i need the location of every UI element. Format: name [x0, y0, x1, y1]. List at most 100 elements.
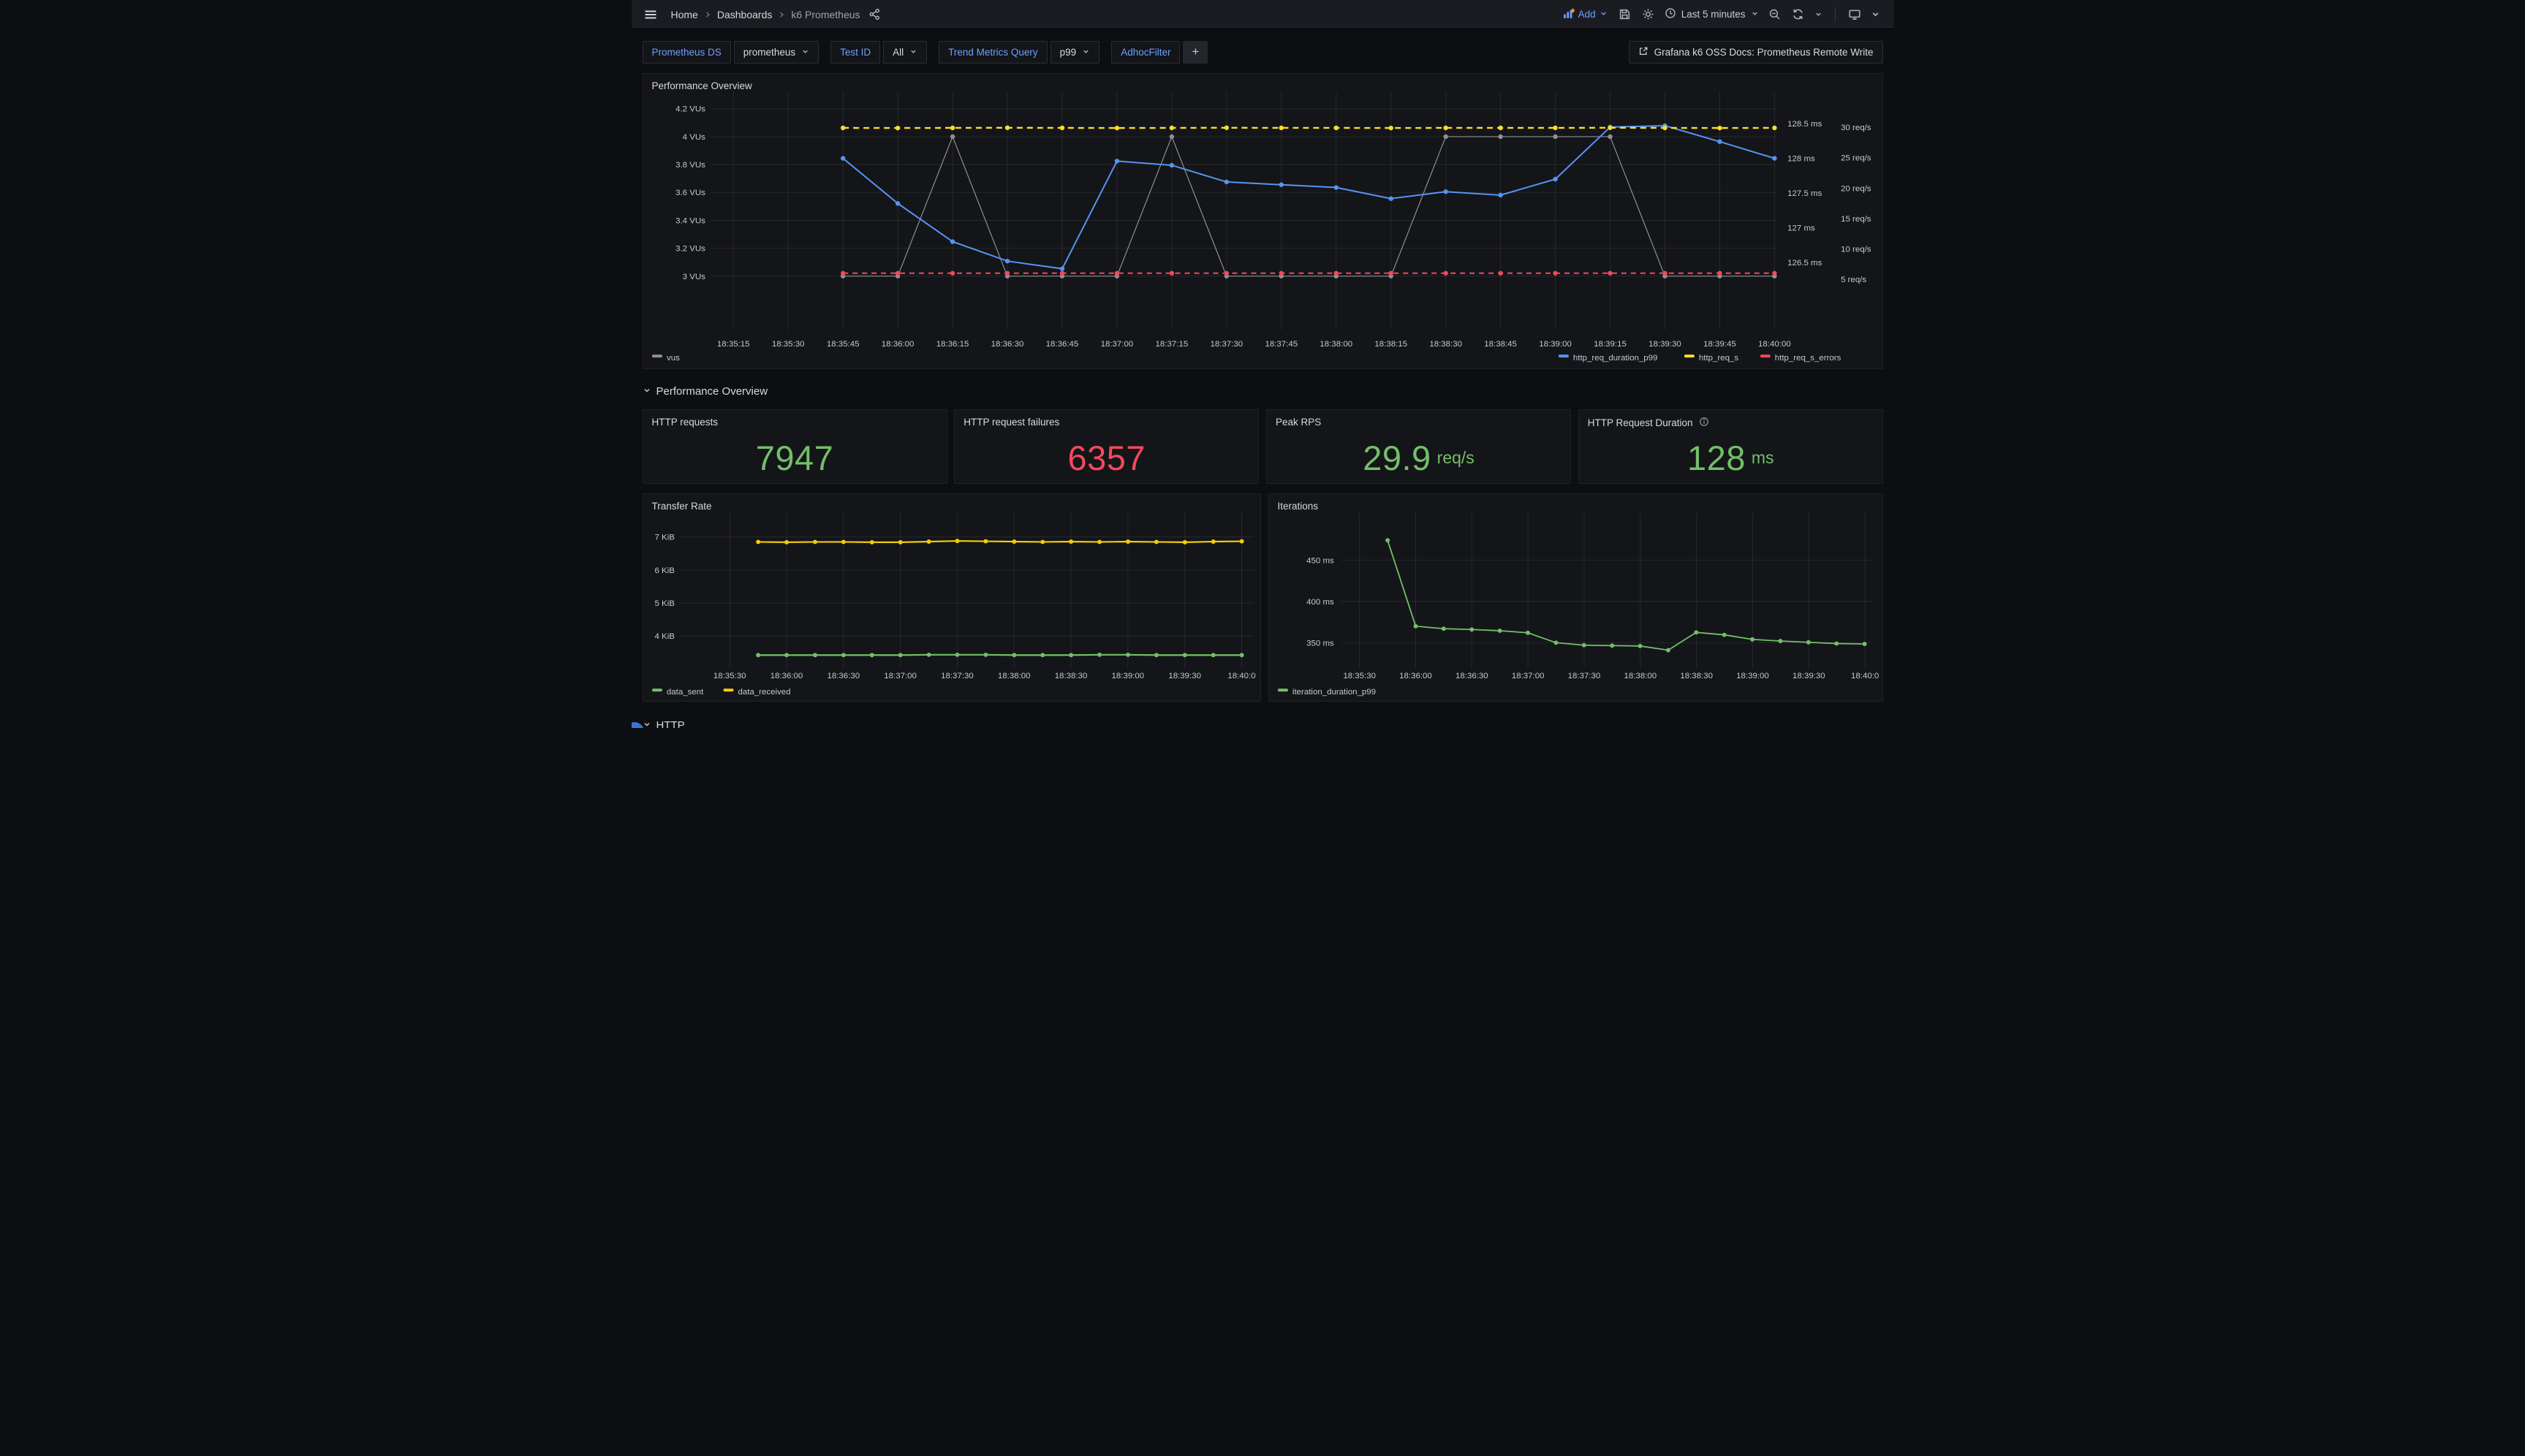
chevron-right-icon: [778, 11, 785, 18]
legend-item-data_received[interactable]: data_received: [723, 688, 790, 697]
panel-title[interactable]: HTTP requests: [652, 417, 719, 428]
panel-http-requests: HTTP requests 7947: [643, 409, 947, 484]
svg-text:data_sent: data_sent: [666, 688, 703, 697]
x-tick-label: 18:39:00: [1111, 672, 1144, 680]
panel-title[interactable]: HTTP Request Duration: [1588, 417, 1709, 429]
y-tick-label: 127.5 ms: [1787, 189, 1822, 198]
x-tick-label: 18:40:0: [1851, 672, 1879, 680]
y-tick-label: 3.8 VUs: [675, 161, 705, 170]
section-title: Performance Overview: [656, 385, 768, 398]
time-range-label: Last 5 minutes: [1681, 9, 1746, 20]
variable-label-test-id[interactable]: Test ID: [830, 41, 880, 64]
panel-title[interactable]: HTTP request failures: [964, 417, 1059, 428]
section-http[interactable]: HTTP: [643, 719, 685, 728]
panel-http-request-duration: HTTP Request Duration 128 ms: [1578, 409, 1883, 484]
variable-value-test-id[interactable]: All: [883, 41, 927, 64]
x-tick-label: 18:37:00: [1511, 672, 1544, 680]
legend-item-http_req_s[interactable]: http_req_s: [1684, 354, 1738, 363]
section-title: HTTP: [656, 719, 685, 728]
variable-test-id: Test ID All: [830, 41, 927, 64]
section-performance-overview[interactable]: Performance Overview: [643, 385, 768, 398]
breadcrumb: Home Dashboards k6 Prometheus: [671, 9, 860, 20]
zoom-out-icon[interactable]: [1765, 4, 1785, 25]
x-tick-label: 18:38:15: [1374, 340, 1407, 349]
legend-item-http_req_s_errors[interactable]: http_req_s_errors: [1760, 354, 1841, 363]
svg-text:vus: vus: [666, 354, 679, 363]
save-icon[interactable]: [1615, 4, 1635, 25]
top-nav: Home Dashboards k6 Prometheus Add La: [632, 0, 1894, 29]
panel-peak-rps: Peak RPS 29.9 req/s: [1266, 409, 1571, 484]
chevron-down-icon[interactable]: [1868, 4, 1884, 25]
series-data_sent: [756, 653, 1243, 657]
add-filter-button[interactable]: +: [1183, 41, 1208, 64]
variable-label-trend-metrics-query[interactable]: Trend Metrics Query: [939, 41, 1048, 64]
adhoc-filter-label[interactable]: AdhocFilter: [1111, 41, 1180, 64]
svg-text:data_received: data_received: [738, 688, 790, 697]
variable-prometheus-ds: Prometheus DS prometheus: [643, 41, 819, 64]
info-icon[interactable]: [1699, 417, 1709, 429]
x-tick-label: 18:40:0: [1227, 672, 1255, 680]
variable-value-trend-metrics-query[interactable]: p99: [1050, 41, 1100, 64]
svg-text:iteration_duration_p99: iteration_duration_p99: [1292, 688, 1375, 697]
legend-item-vus[interactable]: vus: [651, 354, 679, 363]
y-tick-label: 450 ms: [1306, 556, 1334, 565]
refresh-interval-dropdown[interactable]: [1812, 4, 1826, 25]
panel-title[interactable]: Peak RPS: [1276, 417, 1321, 428]
panel-title-label: HTTP Request Duration: [1588, 417, 1693, 428]
legend-item-data_sent[interactable]: data_sent: [651, 688, 703, 697]
y-tick-label: 3.6 VUs: [675, 189, 705, 197]
y-tick-label: 30 req/s: [1841, 124, 1871, 132]
x-tick-label: 18:39:15: [1594, 340, 1627, 349]
y-tick-label: 4.2 VUs: [675, 105, 705, 114]
panel-http-request-failures: HTTP request failures 6357: [954, 409, 1259, 484]
y-tick-label: 127 ms: [1787, 224, 1815, 233]
performance-overview-chart[interactable]: 18:35:1518:35:3018:35:4518:36:0018:36:15…: [643, 74, 1882, 368]
x-tick-label: 18:38:00: [1624, 672, 1657, 680]
y-tick-label: 3.4 VUs: [675, 216, 705, 225]
docs-link-button[interactable]: Grafana k6 OSS Docs: Prometheus Remote W…: [1629, 41, 1883, 64]
x-tick-label: 18:36:15: [936, 340, 969, 349]
stat-value: 6357: [1067, 438, 1146, 478]
breadcrumb-home[interactable]: Home: [671, 9, 698, 20]
x-tick-label: 18:37:00: [884, 672, 917, 680]
x-tick-label: 18:37:30: [1567, 672, 1600, 680]
x-tick-label: 18:39:45: [1703, 340, 1736, 349]
x-tick-label: 18:35:30: [713, 672, 746, 680]
x-tick-label: 18:36:00: [1399, 672, 1432, 680]
y-tick-label: 20 req/s: [1841, 184, 1871, 193]
svg-text:http_req_duration_p99: http_req_duration_p99: [1572, 354, 1657, 363]
tv-mode-icon[interactable]: [1844, 4, 1865, 25]
series-http_req_duration_p99: [840, 124, 1776, 271]
series-data_received: [756, 539, 1243, 545]
transfer-rate-chart[interactable]: 18:35:3018:36:0018:36:3018:37:0018:37:30…: [643, 494, 1260, 701]
grid: 18:35:3018:36:0018:36:3018:37:0018:37:30…: [1306, 512, 1879, 680]
x-tick-label: 18:35:45: [826, 340, 859, 349]
graph-add-icon: [1562, 7, 1575, 22]
y-tick-label: 5 KiB: [654, 599, 675, 608]
stat-unit: req/s: [1437, 448, 1475, 468]
docs-link-label: Grafana k6 OSS Docs: Prometheus Remote W…: [1654, 47, 1874, 58]
grafana-dashboard: Home Dashboards k6 Prometheus Add La: [632, 0, 1894, 728]
panel-transfer-rate: Transfer Rate 18:35:3018:36:0018:36:3018…: [643, 493, 1261, 702]
legend-item-iteration_duration_p99[interactable]: iteration_duration_p99: [1277, 688, 1375, 697]
x-tick-label: 18:37:30: [1210, 340, 1243, 349]
external-link-icon: [1638, 46, 1648, 58]
variable-value-prometheus-ds[interactable]: prometheus: [734, 41, 819, 64]
refresh-icon[interactable]: [1788, 4, 1809, 25]
x-tick-label: 18:36:00: [770, 672, 803, 680]
add-button[interactable]: Add: [1558, 7, 1612, 22]
share-icon[interactable]: [865, 4, 885, 25]
legend-item-http_req_duration_p99[interactable]: http_req_duration_p99: [1558, 354, 1657, 363]
time-range-picker[interactable]: Last 5 minutes: [1662, 7, 1762, 21]
top-nav-actions: Add Last 5 minutes: [1558, 4, 1884, 25]
chevron-down-icon: [1600, 9, 1608, 20]
stat-value: 128: [1687, 438, 1746, 478]
dashboard-controls: Prometheus DS prometheus Test ID All Tre…: [632, 30, 1894, 74]
settings-icon[interactable]: [1638, 4, 1659, 25]
iterations-chart[interactable]: 18:35:3018:36:0018:36:3018:37:0018:37:30…: [1269, 494, 1882, 701]
breadcrumb-dashboards[interactable]: Dashboards: [717, 9, 773, 20]
variable-label-prometheus-ds[interactable]: Prometheus DS: [643, 41, 731, 64]
x-tick-label: 18:36:30: [1455, 672, 1488, 680]
menu-icon[interactable]: [640, 4, 661, 25]
y-tick-label: 3.2 VUs: [675, 245, 705, 254]
